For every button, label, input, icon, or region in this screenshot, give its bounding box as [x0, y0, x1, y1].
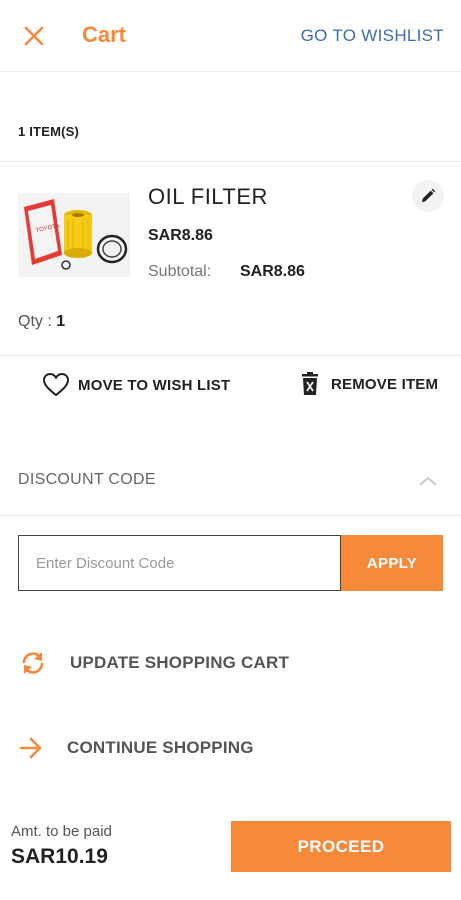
close-icon	[24, 26, 44, 46]
quantity: Qty : 1	[18, 313, 65, 331]
divider	[0, 515, 461, 516]
page-title: Cart	[82, 22, 127, 47]
items-count: 1 ITEM(S)	[18, 124, 80, 139]
edit-item-button[interactable]	[412, 180, 444, 212]
discount-code-toggle[interactable]: DISCOUNT CODE	[0, 455, 461, 505]
divider	[0, 355, 461, 356]
go-to-wishlist-link[interactable]: GO TO WISHLIST	[301, 26, 444, 46]
apply-button[interactable]: APPLY	[341, 535, 443, 591]
refresh-icon	[22, 652, 44, 674]
heart-icon	[42, 372, 70, 397]
oil-filter-image: TOYOTA	[18, 193, 130, 277]
pencil-icon	[422, 188, 436, 202]
product-name[interactable]: OIL FILTER	[148, 184, 268, 210]
remove-item-button[interactable]: REMOVE ITEM	[300, 372, 438, 396]
subtotal-label: Subtotal:	[148, 263, 212, 280]
app-header: Cart GO TO WISHLIST	[0, 0, 461, 72]
continue-shopping-label: CONTINUE SHOPPING	[67, 738, 254, 757]
chevron-up-icon	[419, 476, 437, 486]
amount-label: Amt. to be paid	[11, 823, 112, 840]
proceed-button[interactable]: PROCEED	[231, 821, 451, 872]
product-image[interactable]: TOYOTA	[18, 193, 130, 277]
update-cart-label: UPDATE SHOPPING CART	[70, 653, 290, 672]
remove-item-label: REMOVE ITEM	[331, 375, 439, 393]
qty-value: 1	[56, 313, 66, 330]
divider	[0, 161, 461, 162]
trash-icon	[302, 372, 318, 395]
product-price: SAR8.86	[148, 227, 213, 244]
subtotal-value: SAR8.86	[240, 263, 305, 280]
update-shopping-cart-button[interactable]: UPDATE SHOPPING CART	[18, 650, 289, 676]
qty-label: Qty :	[18, 313, 52, 330]
move-to-wishlist-label: MOVE TO WISH LIST	[78, 376, 231, 394]
discount-code-input[interactable]	[18, 535, 341, 591]
arrow-right-icon	[19, 737, 42, 759]
checkout-footer: Amt. to be paid SAR10.19 PROCEED	[0, 805, 461, 900]
move-to-wishlist-button[interactable]: MOVE TO WISH LIST	[42, 372, 230, 398]
continue-shopping-button[interactable]: CONTINUE SHOPPING	[18, 736, 254, 760]
close-button[interactable]	[18, 20, 50, 52]
discount-title: DISCOUNT CODE	[18, 471, 156, 488]
amount-value: SAR10.19	[11, 845, 108, 868]
